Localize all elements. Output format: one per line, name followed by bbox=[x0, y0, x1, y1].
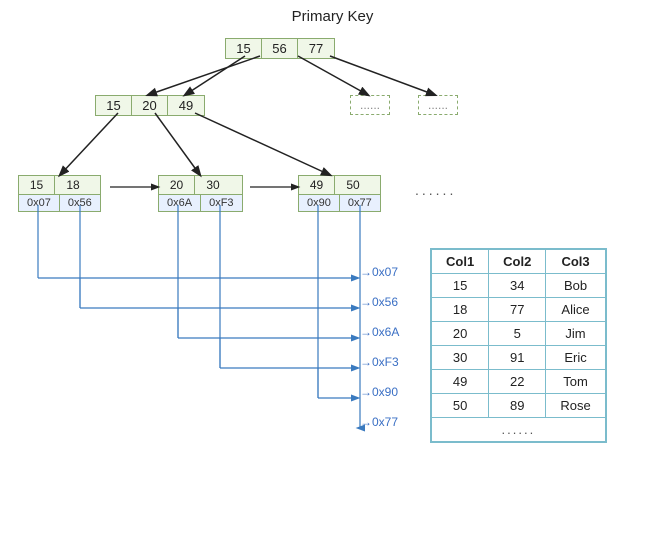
leaf1-addr1: 0x07 bbox=[19, 195, 60, 211]
root-cell-1: 15 bbox=[226, 39, 262, 58]
internal-cell-3: 49 bbox=[168, 96, 204, 115]
leaf3-addr1: 0x90 bbox=[299, 195, 340, 211]
root-node: 15 56 77 bbox=[225, 38, 335, 59]
leaf1-key2: 18 bbox=[55, 176, 91, 194]
addr-label-1: →0x07 bbox=[360, 265, 398, 279]
table-row: 205Jim bbox=[432, 322, 606, 346]
leaf-dots: ...... bbox=[415, 182, 456, 198]
internal-node-1: 15 20 49 bbox=[95, 95, 205, 116]
root-cell-2: 56 bbox=[262, 39, 298, 58]
data-table: Col1 Col2 Col3 1534Bob 1877Alice 205Jim … bbox=[430, 248, 607, 443]
leaf3-addr2: 0x77 bbox=[340, 195, 380, 211]
addr-label-2: →0x56 bbox=[360, 295, 398, 309]
leaf3-key1: 49 bbox=[299, 176, 335, 194]
leaf-node-2: 20 30 0x6A 0xF3 bbox=[158, 175, 243, 212]
table-dots-row: ...... bbox=[432, 418, 606, 442]
table-row: 5089Rose bbox=[432, 394, 606, 418]
table-row: 4922Tom bbox=[432, 370, 606, 394]
root-cell-3: 77 bbox=[298, 39, 334, 58]
leaf1-key1: 15 bbox=[19, 176, 55, 194]
leaf2-addr2: 0xF3 bbox=[201, 195, 241, 211]
col-header-1: Col1 bbox=[432, 250, 489, 274]
ellipsis-node-1: ...... bbox=[350, 95, 390, 115]
leaf2-key1: 20 bbox=[159, 176, 195, 194]
addr-label-4: →0xF3 bbox=[360, 355, 399, 369]
addr-label-6: →0x77 bbox=[360, 415, 398, 429]
ellipsis-node-2: ...... bbox=[418, 95, 458, 115]
table-row: 1534Bob bbox=[432, 274, 606, 298]
table-row: 3091Eric bbox=[432, 346, 606, 370]
page-title: Primary Key bbox=[0, 0, 665, 25]
leaf-node-3: 49 50 0x90 0x77 bbox=[298, 175, 381, 212]
table-row: 1877Alice bbox=[432, 298, 606, 322]
leaf-node-1: 15 18 0x07 0x56 bbox=[18, 175, 101, 212]
leaf1-addr2: 0x56 bbox=[60, 195, 100, 211]
leaf2-key2: 30 bbox=[195, 176, 231, 194]
leaf3-key2: 50 bbox=[335, 176, 371, 194]
internal-cell-2: 20 bbox=[132, 96, 168, 115]
leaf2-addr1: 0x6A bbox=[159, 195, 201, 211]
addr-label-5: →0x90 bbox=[360, 385, 398, 399]
internal-cell-1: 15 bbox=[96, 96, 132, 115]
col-header-3: Col3 bbox=[546, 250, 605, 274]
col-header-2: Col2 bbox=[489, 250, 546, 274]
addr-label-3: →0x6A bbox=[360, 325, 399, 339]
